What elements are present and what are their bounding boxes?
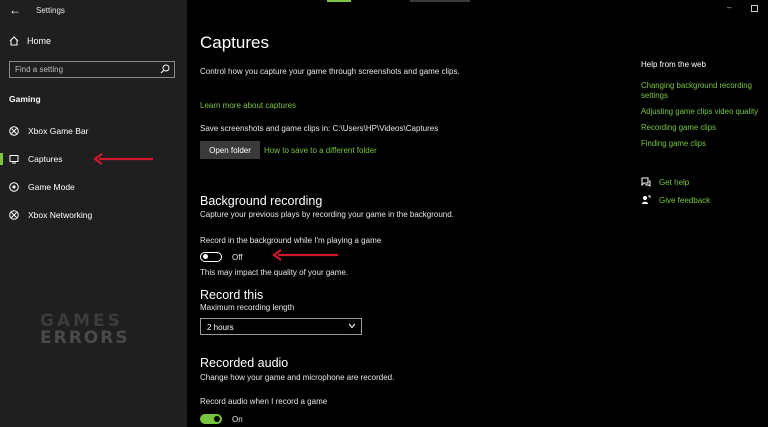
- back-arrow-icon[interactable]: ←: [9, 3, 21, 17]
- give-feedback-label: Give feedback: [659, 195, 711, 205]
- window-title: Settings: [36, 6, 65, 15]
- recorded-audio-toggle-label: Record audio when I record a game: [200, 397, 328, 406]
- search-box[interactable]: [9, 61, 175, 78]
- annotation-arrow-captures: [93, 153, 153, 165]
- captures-icon: [9, 154, 19, 164]
- home-icon: [9, 36, 19, 46]
- toggle-knob: [214, 416, 220, 422]
- background-recording-toggle[interactable]: [200, 252, 222, 262]
- home-label: Home: [27, 36, 52, 46]
- help-link-background-recording[interactable]: Changing background recording settings: [641, 81, 766, 101]
- save-location-label: Save screenshots and game clips in: C:\U…: [200, 124, 439, 133]
- background-recording-state: Off: [232, 253, 243, 262]
- sidebar-item-label: Xbox Networking: [28, 210, 93, 220]
- home-nav-item[interactable]: Home: [9, 36, 51, 46]
- window-tab-bar: [410, 0, 470, 2]
- xbox-icon: [9, 210, 19, 220]
- help-link-finding-clips[interactable]: Finding game clips: [641, 139, 766, 149]
- xbox-icon: [9, 126, 19, 136]
- recorded-audio-heading: Recorded audio: [200, 356, 289, 370]
- section-label-gaming: Gaming: [9, 94, 41, 104]
- minimize-icon[interactable]: –: [727, 3, 731, 12]
- get-help-link[interactable]: Get help: [641, 177, 689, 187]
- restore-icon[interactable]: [751, 5, 758, 12]
- sidebar-item-xbox-game-bar[interactable]: Xbox Game Bar: [0, 120, 187, 142]
- sidebar-item-label: Game Mode: [28, 182, 75, 192]
- recorded-audio-state: On: [232, 415, 243, 424]
- open-folder-button[interactable]: Open folder: [200, 141, 260, 159]
- sidebar-item-label: Captures: [28, 154, 63, 164]
- help-link-video-quality[interactable]: Adjusting game clips video quality: [641, 107, 766, 117]
- get-help-label: Get help: [659, 177, 690, 187]
- window-accent-bar: [327, 0, 351, 2]
- sidebar: ← Settings Home Gaming Xbox Game Bar Cap…: [0, 0, 187, 427]
- recorded-audio-description: Change how your game and microphone are …: [200, 373, 395, 382]
- background-recording-note: This may impact the quality of your game…: [200, 268, 349, 277]
- search-input[interactable]: [15, 64, 155, 75]
- background-recording-toggle-label: Record in the background while I'm playi…: [200, 236, 382, 245]
- help-link-recording-clips[interactable]: Recording game clips: [641, 123, 766, 133]
- search-icon[interactable]: [160, 64, 170, 74]
- watermark-line2: ERRORS: [40, 328, 130, 348]
- background-recording-description: Capture your previous plays by recording…: [200, 210, 454, 219]
- recorded-audio-toggle[interactable]: [200, 414, 222, 424]
- game-mode-icon: [9, 182, 19, 192]
- learn-more-link[interactable]: Learn more about captures: [200, 101, 296, 110]
- chat-icon: [641, 177, 651, 187]
- max-length-label: Maximum recording length: [200, 303, 295, 312]
- chevron-down-icon: [348, 323, 356, 329]
- background-recording-heading: Background recording: [200, 194, 323, 208]
- sidebar-item-xbox-networking[interactable]: Xbox Networking: [0, 204, 187, 226]
- save-location-link[interactable]: How to save to a different folder: [264, 146, 377, 155]
- feedback-icon: [642, 195, 651, 204]
- page-description: Control how you capture your game throug…: [200, 67, 460, 76]
- annotation-arrow-background-recording: [272, 249, 338, 261]
- sidebar-item-label: Xbox Game Bar: [28, 126, 89, 136]
- max-length-select[interactable]: 2 hours: [200, 318, 362, 335]
- toggle-knob: [203, 254, 208, 260]
- give-feedback-link[interactable]: Give feedback: [641, 195, 710, 205]
- watermark-logo: GAMES ERRORS: [40, 313, 130, 347]
- sidebar-item-game-mode[interactable]: Game Mode: [0, 176, 187, 198]
- page-title: Captures: [200, 33, 269, 52]
- help-panel-title: Help from the web: [641, 60, 706, 69]
- record-this-heading: Record this: [200, 288, 264, 302]
- max-length-value: 2 hours: [207, 323, 234, 332]
